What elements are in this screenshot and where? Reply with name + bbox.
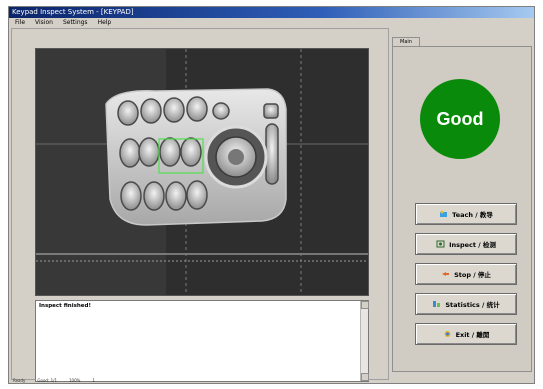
stop-label: Stop / 停止	[454, 271, 491, 279]
statistics-label: Statistics / 统计	[445, 301, 500, 309]
inspect-label: Inspect / 检测	[449, 241, 496, 249]
inspect-button[interactable]: Inspect / 检测	[415, 233, 517, 255]
teach-button[interactable]: Teach / 教导	[415, 203, 517, 225]
camera-view	[35, 48, 369, 296]
status-ready: Ready	[13, 378, 26, 383]
exit-button[interactable]: Exit / 離開	[415, 323, 517, 345]
inspect-icon	[436, 240, 445, 248]
statistics-icon	[433, 301, 441, 307]
menu-settings[interactable]: Settings	[63, 18, 88, 28]
teach-icon	[440, 210, 448, 217]
menu-file[interactable]: File	[15, 18, 25, 28]
status-percent: 100%	[69, 378, 81, 383]
log-scrollbar[interactable]	[360, 301, 369, 381]
right-panel: Main Good Teach / 教导 Inspect / 检测 Stop /…	[392, 28, 534, 380]
title-bar: Keypad Inspect System - [KEYPAD]	[9, 7, 534, 18]
result-text: Good	[436, 108, 484, 129]
result-indicator: Good	[420, 79, 500, 159]
tab-panel: Good Teach / 教导 Inspect / 检测 Stop / 停止 S…	[392, 46, 532, 372]
scroll-up-button[interactable]	[361, 301, 369, 309]
status-bar: Ready Good: 1/1 100% 1	[9, 378, 534, 383]
teach-label: Teach / 教导	[452, 211, 493, 219]
menu-help[interactable]: Help	[98, 18, 112, 28]
log-box: Inspect finished!	[35, 300, 369, 382]
menu-bar: File Vision Settings Help	[9, 18, 534, 28]
app-window: Keypad Inspect System - [KEYPAD] File Vi…	[8, 6, 535, 384]
menu-vision[interactable]: Vision	[35, 18, 53, 28]
stop-button[interactable]: Stop / 停止	[415, 263, 517, 285]
keypad-image	[36, 49, 368, 295]
exit-label: Exit / 離開	[455, 331, 490, 339]
left-panel: Inspect finished!	[11, 28, 389, 382]
exit-icon	[444, 331, 451, 337]
statistics-button[interactable]: Statistics / 统计	[415, 293, 517, 315]
stop-icon	[442, 272, 450, 276]
log-message: Inspect finished!	[39, 303, 91, 309]
status-index: 1	[92, 378, 95, 383]
window-title: Keypad Inspect System - [KEYPAD]	[12, 8, 134, 16]
status-count: Good: 1/1	[37, 378, 58, 383]
